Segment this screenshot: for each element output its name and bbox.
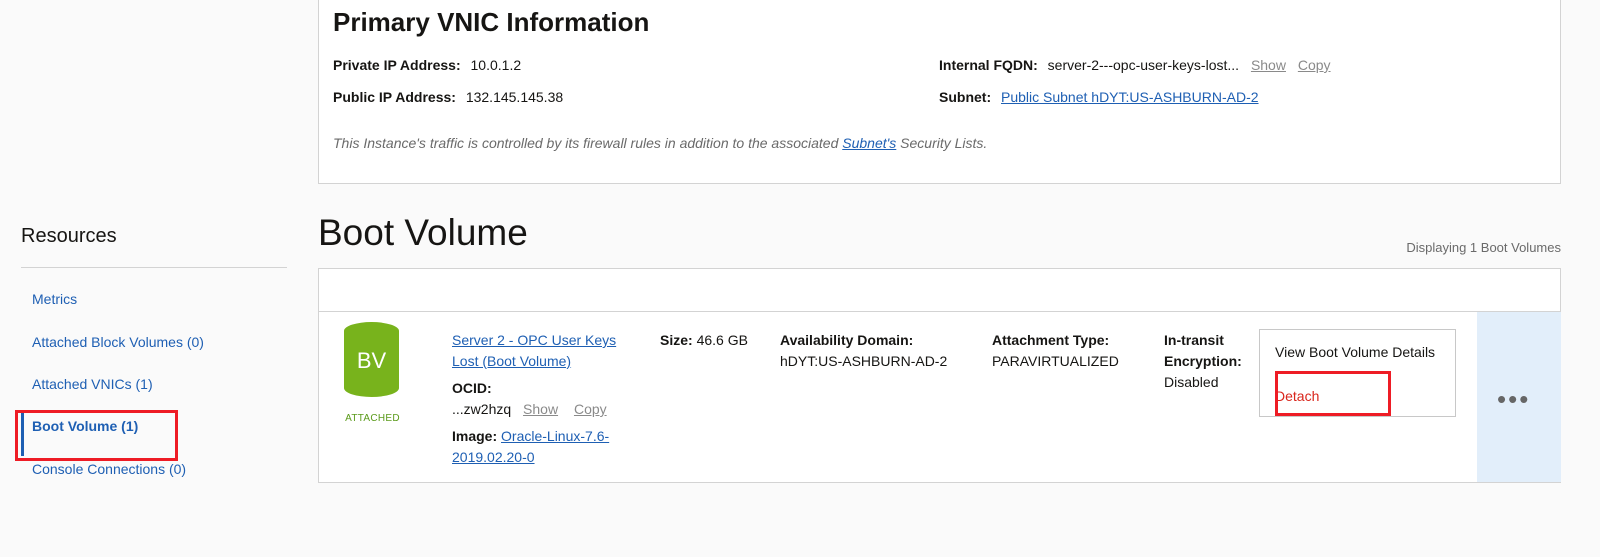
private-ip-value: 10.0.1.2 [470,57,522,73]
boot-volume-icon: BV [344,322,399,397]
boot-volume-name-cell: Server 2 - OPC User Keys Lost (Boot Volu… [452,330,616,468]
nav-metrics[interactable]: Metrics [32,291,77,307]
private-ip-row: Private IP Address: 10.0.1.2 [333,57,521,73]
attachment-type-cell: Attachment Type: PARAVIRTUALIZED [992,330,1119,372]
availability-domain-value: hDYT:US-ASHBURN-AD-2 [780,353,948,369]
ocid-label: OCID: [452,380,492,396]
fqdn-copy-link[interactable]: Copy [1298,57,1331,73]
fqdn-label: Internal FQDN: [939,57,1038,73]
ocid-copy-link[interactable]: Copy [574,401,607,417]
bv-icon-label: BV [356,348,387,373]
public-ip-row: Public IP Address: 132.145.145.38 [333,89,563,105]
attachment-type-value: PARAVIRTUALIZED [992,353,1119,369]
ocid-row: ...zw2hzq Show Copy [452,399,616,420]
size-value: 46.6 GB [696,332,748,348]
boot-volume-name-link-line1[interactable]: Server 2 - OPC User Keys [452,330,616,351]
subnet-link[interactable]: Public Subnet hDYT:US-ASHBURN-AD-2 [1001,89,1259,105]
availability-domain-label: Availability Domain: [780,332,914,348]
image-link-line1[interactable]: Oracle-Linux-7.6- [501,428,609,444]
private-ip-label: Private IP Address: [333,57,461,73]
fqdn-show-link[interactable]: Show [1251,57,1286,73]
encryption-label-line1: In-transit [1164,332,1224,348]
note-text-before: This Instance's traffic is controlled by… [333,135,843,151]
subnet-row: Subnet: Public Subnet hDYT:US-ASHBURN-AD… [939,89,1259,105]
highlight-detach [1275,371,1391,416]
nav-attached-vnics[interactable]: Attached VNICs (1) [32,376,153,392]
firewall-note: This Instance's traffic is controlled by… [333,135,987,151]
availability-domain-cell: Availability Domain: hDYT:US-ASHBURN-AD-… [780,330,947,372]
ocid-show-link[interactable]: Show [523,401,558,417]
fqdn-row: Internal FQDN: server-2---opc-user-keys-… [939,57,1331,73]
highlight-boot-volume-nav [15,410,178,461]
resources-title: Resources [21,225,117,247]
attached-status: ATTACHED [345,413,400,424]
size-label: Size: [660,332,693,348]
attachment-type-label: Attachment Type: [992,332,1110,348]
more-actions-icon[interactable]: ••• [1497,384,1530,415]
fqdn-value: server-2---opc-user-keys-lost... [1047,57,1240,73]
public-ip-value: 132.145.145.38 [465,89,564,105]
note-subnet-link[interactable]: Subnet's [842,135,896,151]
public-ip-label: Public IP Address: [333,89,456,105]
image-label: Image: [452,428,498,444]
boot-volume-name-link-line2[interactable]: Lost (Boot Volume) [452,351,616,372]
boot-volume-title: Boot Volume [318,212,528,253]
image-row: Image: Oracle-Linux-7.6- [452,426,616,447]
primary-vnic-panel: Primary VNIC Information Private IP Addr… [318,0,1561,184]
encryption-cell: In-transit Encryption: Disabled [1164,330,1242,393]
nav-attached-block-volumes[interactable]: Attached Block Volumes (0) [32,334,204,350]
menu-view-boot-volume-details[interactable]: View Boot Volume Details [1275,344,1435,360]
nav-console-connections[interactable]: Console Connections (0) [32,461,186,477]
image-link-line2[interactable]: 2019.02.20-0 [452,447,616,468]
note-text-after: Security Lists. [896,135,988,151]
table-header-divider [319,311,1560,312]
row-actions-column: ••• [1477,312,1561,482]
size-cell: Size: 46.6 GB [660,330,748,351]
vnic-title: Primary VNIC Information [333,7,650,37]
boot-volume-count: Displaying 1 Boot Volumes [1406,240,1561,255]
subnet-label: Subnet: [939,89,992,105]
resources-divider [21,267,287,268]
encryption-label-line2: Encryption: [1164,353,1242,369]
encryption-value: Disabled [1164,374,1219,390]
ocid-value: ...zw2hzq [452,401,512,417]
